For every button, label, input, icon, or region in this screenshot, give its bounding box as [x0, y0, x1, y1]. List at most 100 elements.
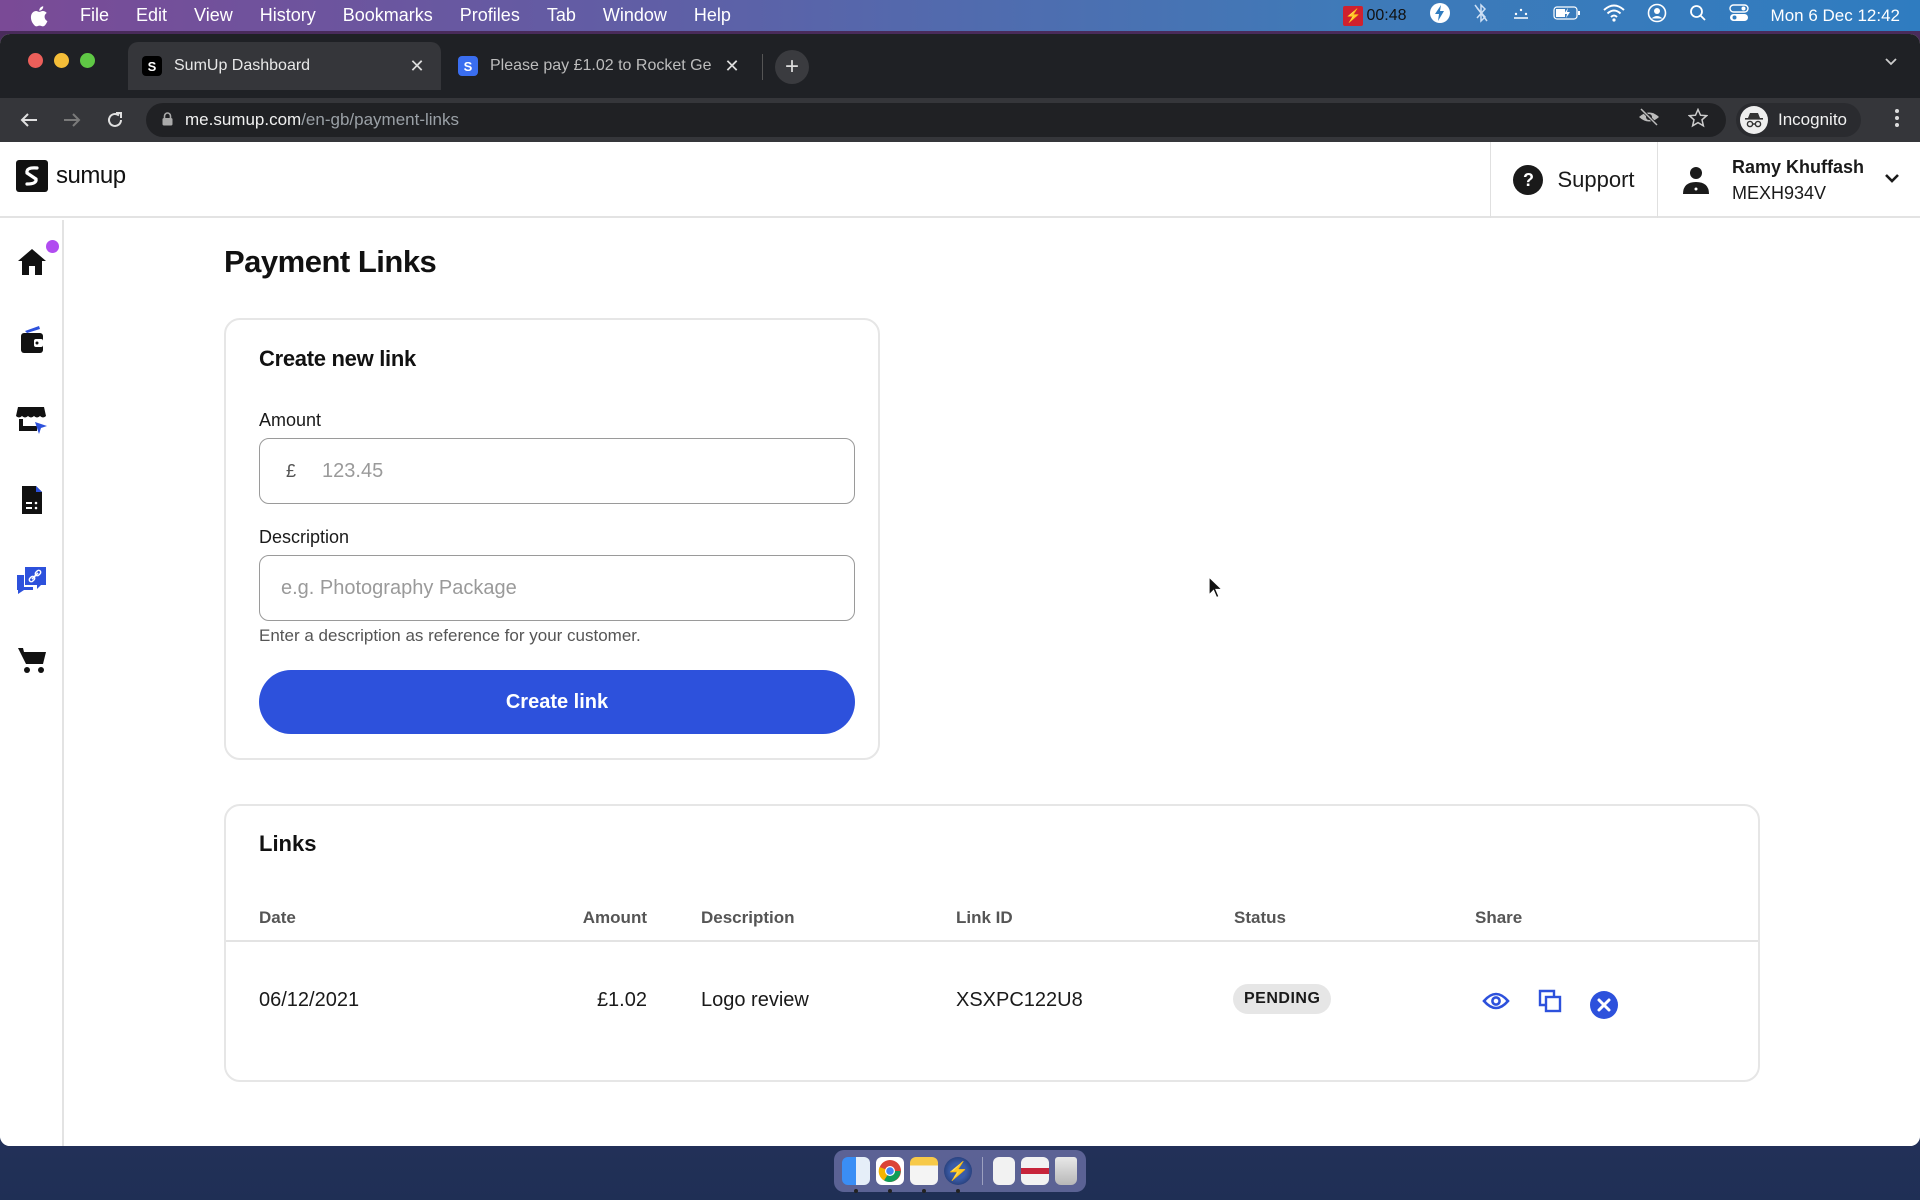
- close-tab-icon[interactable]: ✕: [407, 56, 427, 77]
- menu-edit[interactable]: Edit: [136, 5, 167, 26]
- column-header-amount[interactable]: Amount: [567, 908, 647, 928]
- dock-reeder-bolt-icon[interactable]: ⚡: [944, 1157, 972, 1193]
- notification-dot: [46, 240, 59, 253]
- bluetooth-off-icon[interactable]: [1473, 3, 1489, 28]
- menu-view[interactable]: View: [194, 5, 233, 26]
- support-button[interactable]: ? Support: [1490, 142, 1658, 218]
- dock-trash-icon[interactable]: [1055, 1157, 1077, 1185]
- recording-icon: ⚡: [1343, 5, 1364, 26]
- reload-button[interactable]: [101, 106, 129, 134]
- page-title: Payment Links: [224, 244, 437, 279]
- forward-button[interactable]: [58, 106, 86, 134]
- back-button[interactable]: [15, 106, 43, 134]
- app-header: sumup ? Support Ramy Khuffash MEXH934V: [0, 142, 1920, 218]
- cancel-link-close-icon[interactable]: [1589, 990, 1619, 1020]
- menubar-status-area: ⚡ 00:48 Mon 6 Dec 12:42: [1343, 0, 1900, 31]
- lock-icon[interactable]: [162, 111, 173, 129]
- copy-link-icon[interactable]: [1535, 986, 1565, 1016]
- column-header-status[interactable]: Status: [1234, 908, 1286, 928]
- display-icon[interactable]: [1511, 5, 1531, 26]
- menu-tab[interactable]: Tab: [547, 5, 576, 26]
- tab-title: Please pay £1.02 to Rocket Ge: [490, 57, 712, 74]
- amount-input[interactable]: £ 123.45: [259, 438, 855, 504]
- wifi-icon[interactable]: [1602, 4, 1625, 27]
- new-tab-button[interactable]: +: [775, 50, 809, 84]
- dock-finder-icon[interactable]: [842, 1157, 870, 1193]
- menubar-clock[interactable]: Mon 6 Dec 12:42: [1771, 6, 1900, 26]
- view-link-eye-icon[interactable]: [1481, 986, 1511, 1016]
- chevron-down-icon[interactable]: [1884, 168, 1900, 189]
- menu-help[interactable]: Help: [694, 5, 731, 26]
- sumup-logo-mark-icon: [16, 160, 48, 192]
- menu-window[interactable]: Window: [603, 5, 667, 26]
- sumup-dashboard: sumup ? Support Ramy Khuffash MEXH934V P…: [0, 142, 1920, 1146]
- column-header-description[interactable]: Description: [701, 908, 795, 928]
- maximize-window-button[interactable]: [80, 53, 95, 68]
- dock-document-icon[interactable]: [993, 1157, 1015, 1185]
- browser-toolbar: me.sumup.com /en-gb/payment-links Incogn…: [0, 98, 1920, 142]
- create-link-button[interactable]: Create link: [259, 670, 855, 734]
- tab-divider: [762, 54, 763, 80]
- links-card: Links Date Amount Description Link ID St…: [224, 804, 1760, 1082]
- menu-file[interactable]: File: [80, 5, 109, 26]
- tracking-protection-eye-off-icon[interactable]: [1638, 107, 1660, 133]
- brand-wordmark: sumup: [56, 162, 126, 189]
- sidebar-nav: [0, 220, 64, 1146]
- sidebar-item-shop[interactable]: [14, 642, 50, 678]
- browser-menu-kebab-icon[interactable]: [1894, 108, 1900, 132]
- create-link-card: Create new link Amount £ 123.45 Descript…: [224, 318, 880, 760]
- menu-profiles[interactable]: Profiles: [460, 5, 520, 26]
- table-header-divider: [226, 940, 1758, 942]
- dock-screenshot-icon[interactable]: [1021, 1157, 1049, 1185]
- description-label: Description: [259, 527, 350, 547]
- sumup-logo[interactable]: sumup: [16, 160, 126, 192]
- close-tab-icon[interactable]: ✕: [722, 56, 742, 77]
- minimize-window-button[interactable]: [54, 53, 69, 68]
- dock-separator: [982, 1157, 983, 1185]
- sidebar-item-storefront[interactable]: [14, 402, 50, 438]
- row-link-id: XSXPC122U8: [956, 989, 1083, 1011]
- tab-payment-request[interactable]: S Please pay £1.02 to Rocket Ge ✕: [444, 42, 756, 90]
- battery-charging-icon[interactable]: [1552, 5, 1581, 26]
- spotlight-search-icon[interactable]: [1689, 4, 1707, 27]
- incognito-profile-button[interactable]: Incognito: [1736, 103, 1861, 137]
- tab-search-chevron-icon[interactable]: [1884, 54, 1898, 72]
- screen-recording-indicator[interactable]: ⚡ 00:48: [1343, 5, 1407, 26]
- bookmark-star-icon[interactable]: [1687, 107, 1709, 133]
- macos-menubar: Chrome File Edit View History Bookmarks …: [0, 0, 1920, 1112]
- tab-sumup-dashboard[interactable]: S SumUp Dashboard ✕: [128, 42, 441, 90]
- user-info: Ramy Khuffash MEXH934V: [1732, 154, 1864, 206]
- running-indicator: [854, 1189, 858, 1193]
- amount-placeholder: 123.45: [322, 459, 384, 482]
- amount-label: Amount: [259, 410, 322, 430]
- window-controls: [28, 53, 95, 68]
- sidebar-item-payment-links[interactable]: [14, 562, 50, 598]
- dock-chrome-icon[interactable]: [876, 1157, 904, 1193]
- sidebar-item-home[interactable]: [14, 244, 50, 280]
- control-center-icon[interactable]: [1728, 4, 1749, 27]
- apple-menu-icon[interactable]: [28, 5, 50, 27]
- menu-bookmarks[interactable]: Bookmarks: [343, 5, 433, 26]
- create-link-title: Create new link: [259, 346, 416, 371]
- close-window-button[interactable]: [28, 53, 43, 68]
- description-input[interactable]: e.g. Photography Package: [259, 555, 855, 621]
- links-title: Links: [259, 831, 317, 856]
- merchant-id: MEXH934V: [1732, 183, 1827, 203]
- user-account-icon[interactable]: [1647, 3, 1667, 28]
- row-description: Logo review: [701, 989, 809, 1011]
- menu-history[interactable]: History: [260, 5, 316, 26]
- sidebar-item-wallet[interactable]: [14, 322, 50, 358]
- bolt-app-icon[interactable]: [1429, 2, 1451, 29]
- mouse-pointer-icon: [1208, 575, 1224, 605]
- user-name: Ramy Khuffash: [1732, 157, 1865, 177]
- sumup-favicon-icon: S: [142, 56, 162, 76]
- address-bar[interactable]: me.sumup.com /en-gb/payment-links: [146, 103, 1726, 137]
- recording-time: 00:48: [1366, 6, 1407, 24]
- column-header-link-id[interactable]: Link ID: [956, 908, 1013, 928]
- column-header-date[interactable]: Date: [259, 908, 296, 928]
- row-amount: £1.02: [596, 989, 647, 1011]
- user-menu[interactable]: Ramy Khuffash MEXH934V: [1680, 142, 1900, 218]
- dock-notes-icon[interactable]: [910, 1157, 938, 1193]
- running-indicator: [922, 1189, 926, 1193]
- sidebar-item-invoices[interactable]: [14, 482, 50, 518]
